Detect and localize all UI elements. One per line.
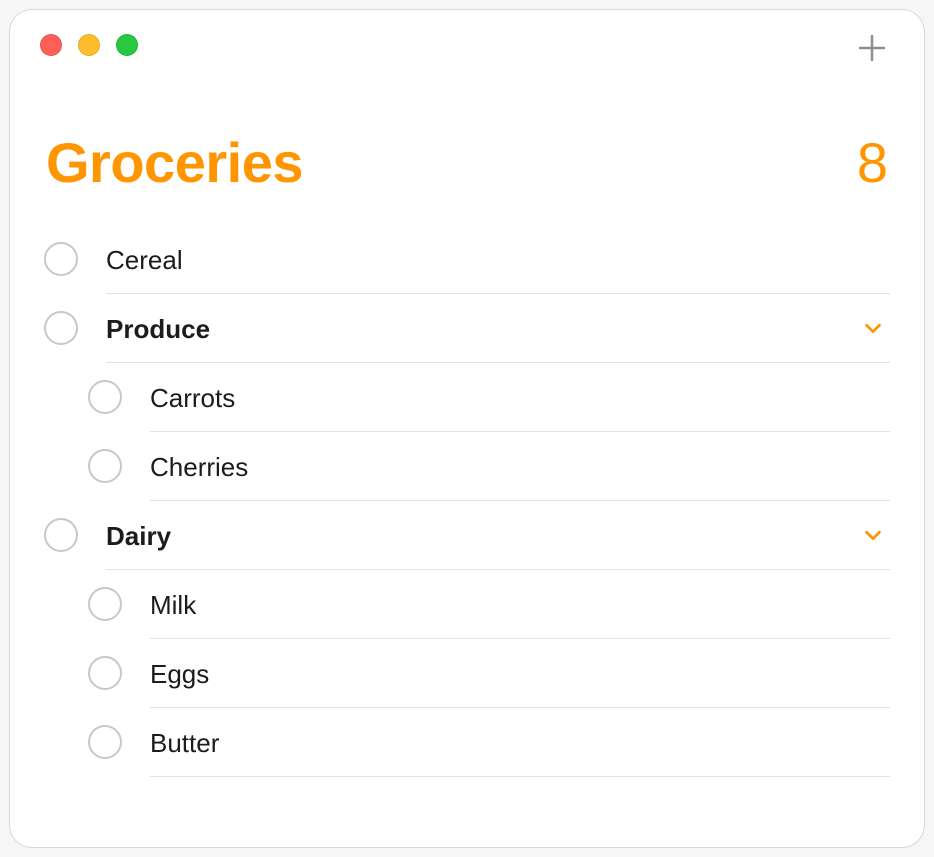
reminders-list: Cereal Produce Carrots Cherries Dairy Milk Egg… [44, 225, 890, 777]
list-item[interactable]: Butter [44, 708, 890, 776]
list-item[interactable]: Cherries [44, 432, 890, 500]
window-controls [40, 34, 138, 56]
item-label[interactable]: Eggs [150, 657, 890, 690]
item-label[interactable]: Butter [150, 726, 890, 759]
complete-checkbox[interactable] [44, 518, 78, 552]
complete-checkbox[interactable] [88, 656, 122, 690]
complete-checkbox[interactable] [88, 449, 122, 483]
plus-icon [857, 33, 887, 63]
expand-subtasks-button[interactable] [862, 317, 884, 339]
chevron-down-icon [862, 317, 884, 339]
complete-checkbox[interactable] [88, 725, 122, 759]
item-label[interactable]: Carrots [150, 381, 890, 414]
zoom-window-button[interactable] [116, 34, 138, 56]
reminders-window: Groceries 8 Cereal Produce Carrots Cherries… [10, 10, 924, 847]
list-item[interactable]: Cereal [44, 225, 890, 293]
list-count: 8 [857, 130, 888, 195]
item-label[interactable]: Produce [106, 312, 850, 345]
item-label[interactable]: Cereal [106, 243, 890, 276]
complete-checkbox[interactable] [44, 311, 78, 345]
complete-checkbox[interactable] [44, 242, 78, 276]
add-reminder-button[interactable] [848, 24, 896, 72]
row-divider [44, 776, 890, 777]
list-item[interactable]: Dairy [44, 501, 890, 569]
list-title: Groceries [46, 130, 303, 195]
close-window-button[interactable] [40, 34, 62, 56]
chevron-down-icon [862, 524, 884, 546]
complete-checkbox[interactable] [88, 587, 122, 621]
item-label[interactable]: Milk [150, 588, 890, 621]
list-header: Groceries 8 [44, 130, 890, 195]
item-label[interactable]: Dairy [106, 519, 850, 552]
complete-checkbox[interactable] [88, 380, 122, 414]
list-item[interactable]: Produce [44, 294, 890, 362]
content-area: Groceries 8 Cereal Produce Carrots Cherries… [10, 10, 924, 777]
list-item[interactable]: Eggs [44, 639, 890, 707]
minimize-window-button[interactable] [78, 34, 100, 56]
list-item[interactable]: Carrots [44, 363, 890, 431]
list-item[interactable]: Milk [44, 570, 890, 638]
item-label[interactable]: Cherries [150, 450, 890, 483]
expand-subtasks-button[interactable] [862, 524, 884, 546]
